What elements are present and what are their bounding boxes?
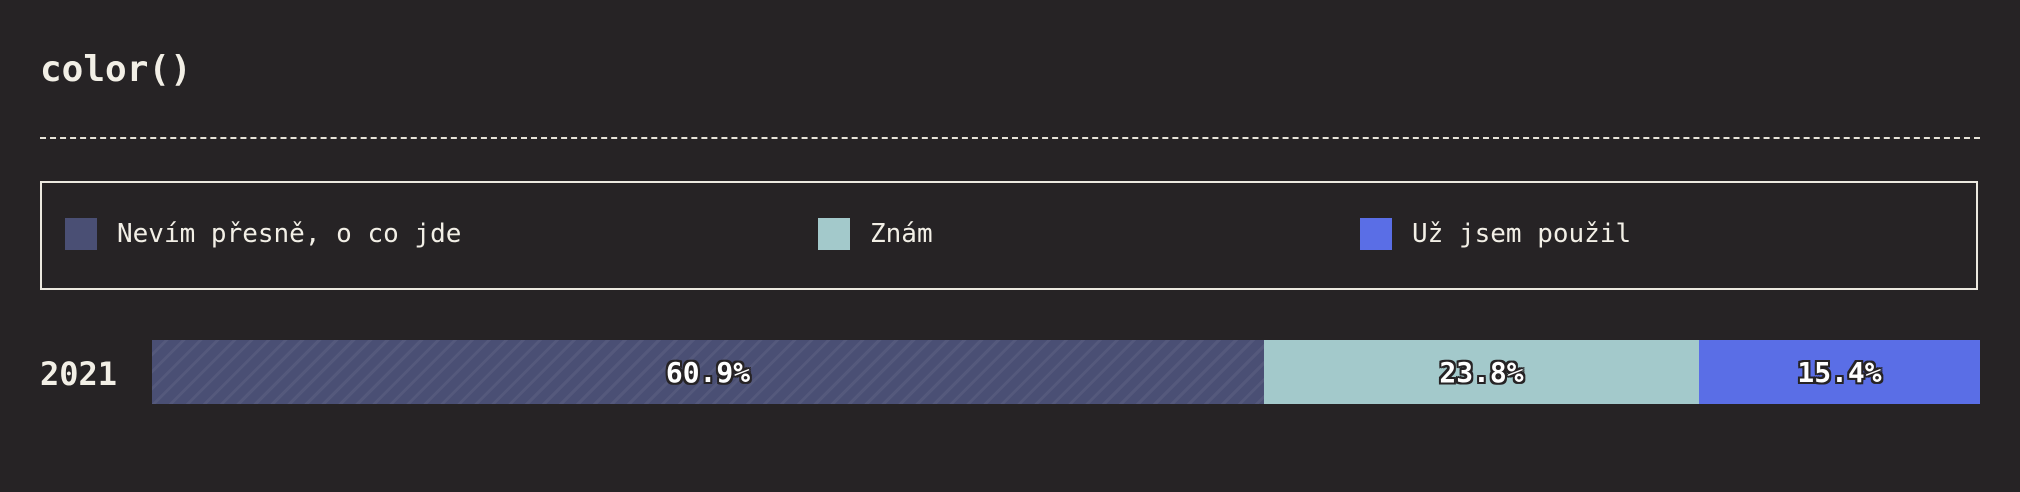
bar-segment[interactable]: 60.9% <box>152 340 1264 404</box>
legend-swatch <box>1360 218 1392 250</box>
legend-swatch <box>818 218 850 250</box>
bar-value-label: 23.8% <box>1439 355 1524 389</box>
legend-label: Už jsem použil <box>1412 219 1632 249</box>
legend-item-znam[interactable]: Znám <box>818 217 933 251</box>
legend-item-nevim[interactable]: Nevím přesně, o co jde <box>65 217 461 251</box>
bar-value-label: 60.9% <box>665 355 751 389</box>
bar-segment[interactable]: 15.4% <box>1699 340 1980 404</box>
legend-label: Nevím přesně, o co jde <box>117 219 462 249</box>
legend-swatch <box>65 218 97 250</box>
legend-label: Znám <box>870 219 933 249</box>
bar-segment[interactable]: 23.8% <box>1264 340 1699 404</box>
legend: Nevím přesně, o co jde Znám Už jsem použ… <box>40 181 1978 290</box>
legend-item-pouzil[interactable]: Už jsem použil <box>1360 217 1631 251</box>
divider <box>40 137 1980 139</box>
stacked-bar: 60.9% 23.8% 15.4% <box>152 340 1980 404</box>
row-label-year: 2021 <box>40 355 118 393</box>
bar-value-label: 15.4% <box>1797 355 1882 389</box>
chart-title: color() <box>40 49 192 90</box>
